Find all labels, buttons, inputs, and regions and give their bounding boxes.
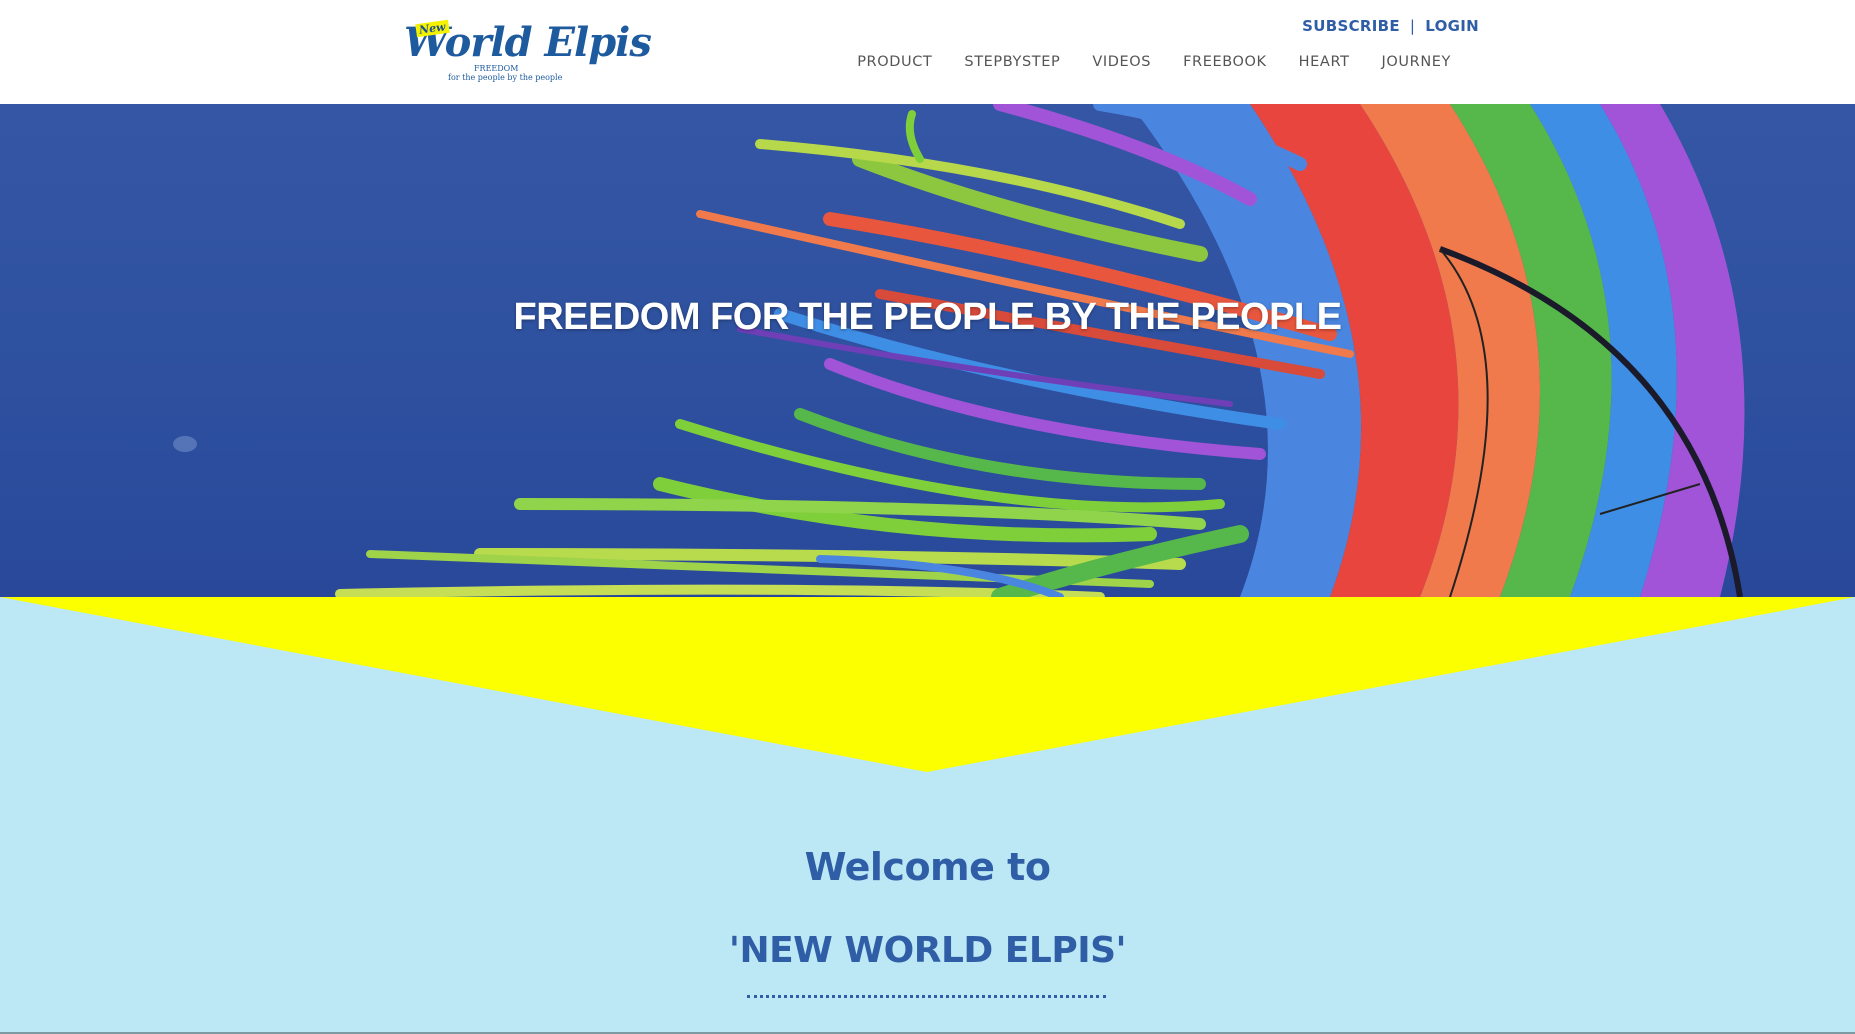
site-name-heading: 'NEW WORLD ELPIS' xyxy=(728,930,1127,971)
nav-item-videos[interactable]: VIDEOS xyxy=(1092,54,1151,70)
yellow-chevron-divider xyxy=(0,597,1855,772)
account-links: SUBSCRIBE | LOGIN xyxy=(1302,17,1479,35)
site-logo[interactable]: World Elpis New FREEDOM for the people b… xyxy=(404,14,652,84)
welcome-heading: Welcome to xyxy=(804,845,1051,889)
nav-item-journey[interactable]: JOURNEY xyxy=(1382,54,1451,70)
hero-banner: FREEDOM FOR THE PEOPLE BY THE PEOPLE xyxy=(0,104,1855,597)
site-header: World Elpis New FREEDOM for the people b… xyxy=(0,0,1855,104)
dotted-divider xyxy=(747,995,1106,998)
nav-item-freebook[interactable]: FREEBOOK xyxy=(1183,54,1267,70)
kite-streamers xyxy=(335,104,1354,597)
rainbow-kite-image xyxy=(173,104,1745,597)
nav-item-stepbystep[interactable]: STEPBYSTEP xyxy=(964,54,1060,70)
logo-tagline-top: FREEDOM xyxy=(474,64,519,73)
login-link[interactable]: LOGIN xyxy=(1425,17,1479,35)
link-separator: | xyxy=(1409,17,1416,35)
nav-item-heart[interactable]: HEART xyxy=(1299,54,1350,70)
subscribe-link[interactable]: SUBSCRIBE xyxy=(1302,17,1400,35)
logo-tagline-bottom: for the people by the people xyxy=(448,73,563,82)
hero-title: FREEDOM FOR THE PEOPLE BY THE PEOPLE xyxy=(513,296,1342,338)
main-navigation: PRODUCT STEPBYSTEP VIDEOS FREEBOOK HEART… xyxy=(825,54,1451,70)
nav-item-product[interactable]: PRODUCT xyxy=(857,54,932,70)
